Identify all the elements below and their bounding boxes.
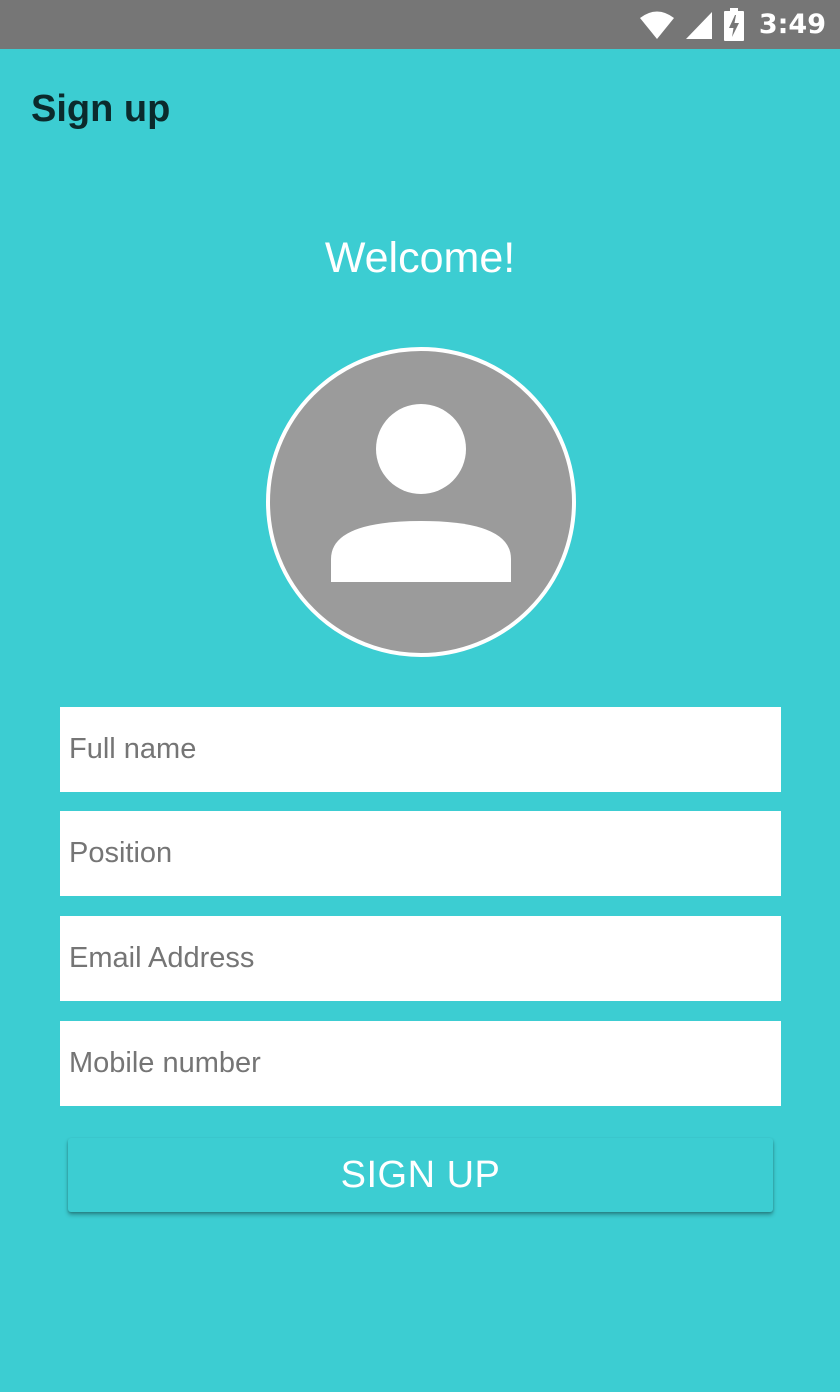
page-title: Sign up [31, 88, 171, 130]
clock: 3:49 [758, 9, 826, 40]
person-placeholder-icon [331, 404, 511, 582]
welcome-text: Welcome! [324, 234, 516, 282]
cell-signal-icon [685, 10, 713, 40]
status-bar: 3:49 [0, 0, 840, 49]
email-field[interactable] [60, 916, 781, 1001]
sign-up-button[interactable]: SIGN UP [68, 1138, 773, 1212]
avatar[interactable] [266, 347, 576, 657]
position-field[interactable] [60, 811, 781, 896]
sign-up-screen: 3:49 Sign up Welcome! SIGN UP [0, 0, 840, 1392]
status-icons: 3:49 [639, 0, 826, 49]
full-name-field[interactable] [60, 707, 781, 792]
wifi-icon [639, 10, 675, 40]
battery-charging-icon [723, 7, 745, 42]
mobile-number-field[interactable] [60, 1021, 781, 1106]
